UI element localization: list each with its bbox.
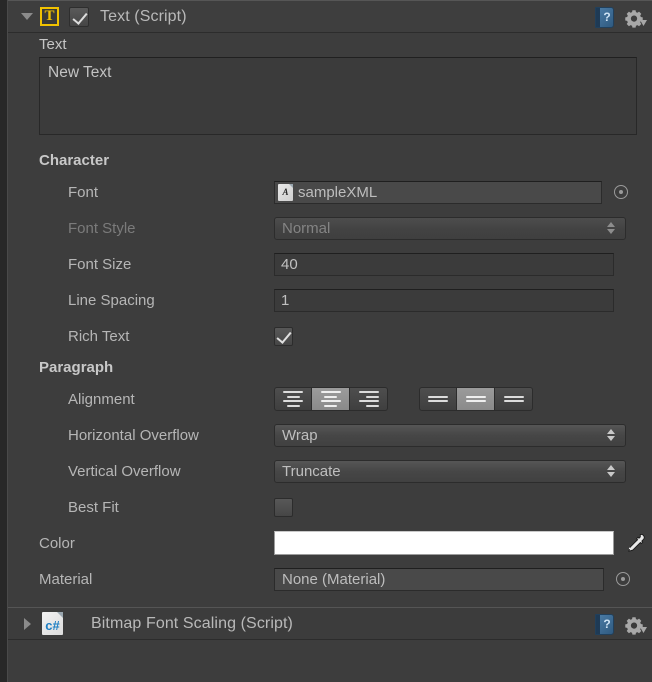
font-size-input[interactable]: 40: [274, 252, 614, 276]
best-fit-label: Best Fit: [68, 498, 119, 516]
inspector-panel: T Text (Script) ? Text New Text Characte…: [8, 0, 652, 682]
align-middle-button[interactable]: [457, 387, 495, 411]
text-script-icon-glyph: T: [44, 8, 55, 24]
chevron-updown-icon: [607, 464, 616, 478]
material-row: Material None (Material): [8, 561, 652, 597]
horizontal-overflow-row: Horizontal Overflow Wrap: [8, 417, 652, 453]
font-label: Font: [68, 183, 99, 201]
line-spacing-label: Line Spacing: [68, 291, 155, 309]
font-size-row: Font Size 40: [8, 246, 652, 282]
color-row: Color: [8, 525, 652, 561]
best-fit-checkbox[interactable]: [274, 497, 293, 517]
text-field-label: Text: [39, 36, 67, 53]
help-book-icon-glyph: ?: [603, 617, 611, 631]
align-right-button[interactable]: [350, 387, 388, 411]
bitmap-font-scaling-header-actions: ?: [595, 608, 647, 641]
color-swatch[interactable]: [274, 531, 614, 555]
help-book-icon[interactable]: ?: [595, 7, 614, 28]
font-row: Font A sampleXML: [8, 174, 652, 210]
chevron-updown-icon: [607, 221, 616, 235]
horizontal-overflow-label: Horizontal Overflow: [68, 426, 199, 444]
font-style-label: Font Style: [68, 219, 136, 237]
csharp-script-icon: c#: [42, 612, 63, 635]
csharp-script-icon-glyph: c#: [45, 618, 60, 633]
color-label: Color: [39, 534, 75, 552]
gear-icon[interactable]: [624, 615, 647, 635]
text-component-title: Text (Script): [100, 7, 187, 25]
character-section-header: Character: [39, 152, 110, 169]
font-style-dropdown[interactable]: Normal: [274, 216, 626, 240]
text-component-body: Text New Text Character Font A sampleXML…: [8, 33, 652, 607]
help-book-icon-glyph: ?: [603, 10, 611, 24]
horizontal-overflow-value: Wrap: [282, 426, 318, 444]
vertical-alignment-group: [419, 387, 533, 411]
text-value-textarea[interactable]: New Text: [39, 57, 637, 135]
rich-text-row: Rich Text: [8, 318, 652, 354]
line-spacing-row: Line Spacing 1: [8, 282, 652, 318]
best-fit-row: Best Fit: [8, 489, 652, 525]
horizontal-overflow-dropdown[interactable]: Wrap: [274, 423, 626, 447]
font-object-picker-icon[interactable]: [614, 185, 628, 199]
align-bottom-button[interactable]: [495, 387, 533, 411]
horizontal-alignment-group: [274, 387, 388, 411]
bitmap-font-scaling-foldout-toggle[interactable]: [16, 607, 38, 640]
font-style-row: Font Style Normal: [8, 210, 652, 246]
align-left-button[interactable]: [274, 387, 312, 411]
help-book-icon[interactable]: ?: [595, 614, 614, 635]
paragraph-section-header: Paragraph: [39, 359, 114, 376]
text-component-header[interactable]: T Text (Script) ?: [8, 0, 652, 33]
panel-left-gutter: [0, 0, 7, 682]
vertical-overflow-value: Truncate: [282, 462, 341, 480]
material-object-picker-icon[interactable]: [616, 572, 630, 586]
material-value: None (Material): [282, 570, 386, 588]
triangle-right-icon: [23, 617, 31, 630]
line-spacing-input[interactable]: 1: [274, 288, 614, 312]
font-value: sampleXML: [298, 183, 378, 201]
vertical-overflow-dropdown[interactable]: Truncate: [274, 459, 626, 483]
font-object-field[interactable]: A sampleXML: [274, 180, 602, 204]
material-label: Material: [39, 570, 93, 588]
bitmap-font-scaling-header[interactable]: c# Bitmap Font Scaling (Script) ?: [8, 607, 652, 640]
chevron-updown-icon: [607, 428, 616, 442]
material-object-field[interactable]: None (Material): [274, 567, 604, 591]
font-asset-icon: A: [278, 183, 293, 201]
align-center-button[interactable]: [312, 387, 350, 411]
align-top-button[interactable]: [419, 387, 457, 411]
vertical-overflow-row: Vertical Overflow Truncate: [8, 453, 652, 489]
font-size-label: Font Size: [68, 255, 132, 273]
text-script-icon: T: [40, 7, 59, 26]
font-asset-icon-glyph: A: [282, 187, 289, 197]
text-component-foldout-toggle[interactable]: [16, 0, 38, 33]
vertical-overflow-label: Vertical Overflow: [68, 462, 181, 480]
rich-text-checkbox[interactable]: [274, 326, 293, 346]
rich-text-label: Rich Text: [68, 327, 130, 345]
panel-left-gutter-highlight: [7, 0, 8, 682]
triangle-down-icon: [21, 13, 33, 20]
bitmap-font-scaling-title: Bitmap Font Scaling (Script): [91, 614, 293, 632]
font-style-value: Normal: [282, 219, 331, 237]
eyedropper-icon[interactable]: [624, 532, 646, 554]
text-component-header-actions: ?: [595, 1, 647, 34]
alignment-row: Alignment: [8, 381, 652, 417]
text-component-enabled-checkbox[interactable]: [69, 6, 89, 27]
alignment-label: Alignment: [68, 390, 135, 408]
gear-icon[interactable]: [624, 8, 647, 28]
